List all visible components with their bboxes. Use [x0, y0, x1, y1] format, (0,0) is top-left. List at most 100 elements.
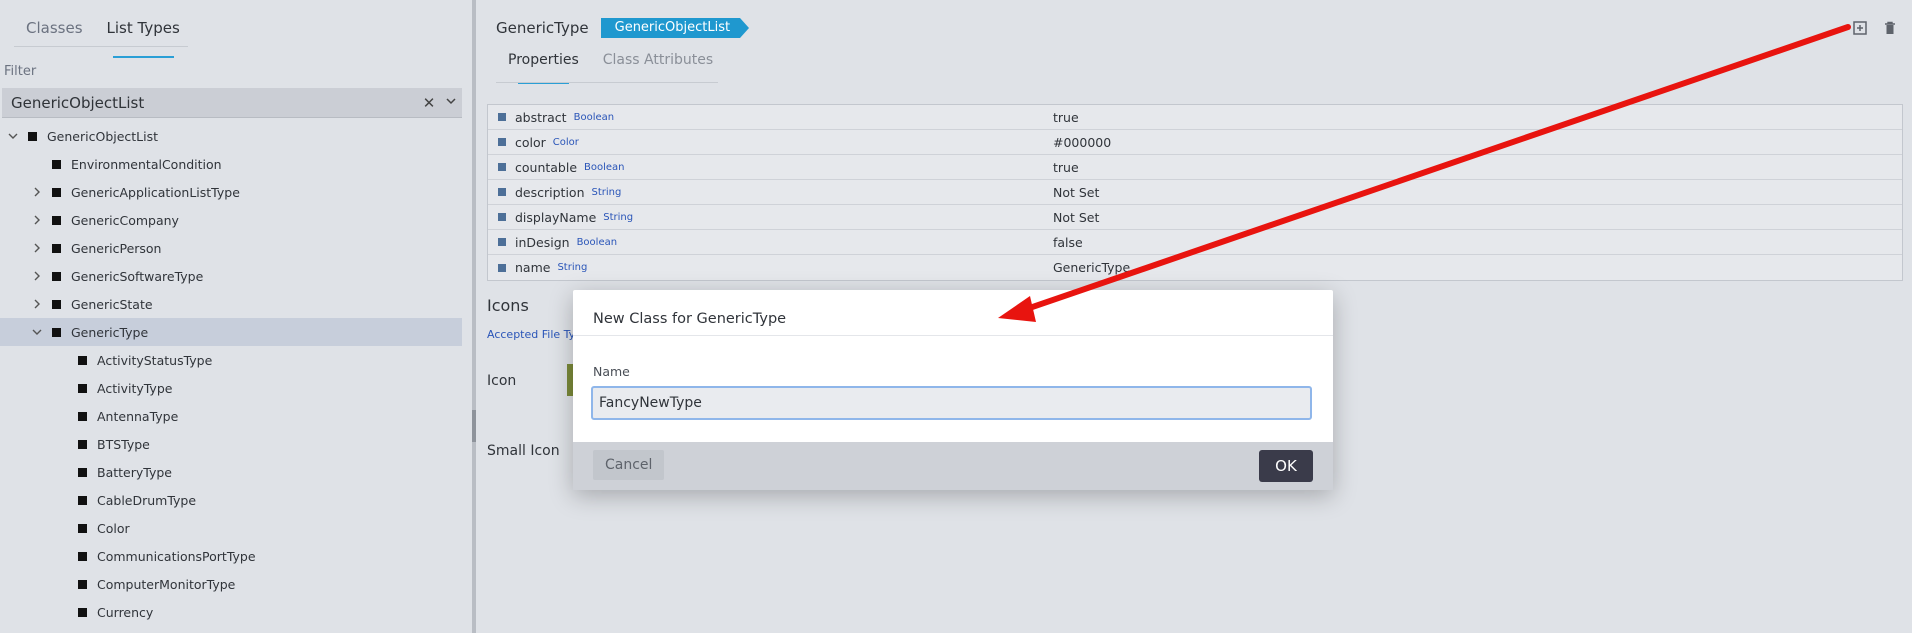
dialog-title: New Class for GenericType — [573, 290, 1333, 336]
property-name: abstract — [515, 109, 567, 125]
detail-header: GenericType GenericObjectList — [496, 18, 750, 38]
chevron-down-icon[interactable] — [30, 325, 44, 339]
tree-node-label: GenericObjectList — [47, 128, 159, 144]
class-icon — [78, 439, 87, 449]
class-icon — [78, 467, 87, 477]
header-actions — [1852, 20, 1898, 36]
property-value[interactable]: GenericType — [1053, 260, 1130, 275]
clear-icon[interactable]: ✕ — [418, 94, 440, 112]
chevron-right-icon[interactable] — [30, 297, 44, 311]
property-type: Boolean — [576, 236, 618, 248]
class-icon — [52, 243, 61, 253]
tree-node[interactable]: ComputerMonitorType — [0, 570, 462, 598]
chevron-down-icon[interactable] — [440, 95, 462, 111]
class-name-input[interactable] — [591, 386, 1312, 420]
tree-node-label: ActivityStatusType — [97, 352, 213, 368]
filter-select[interactable]: GenericObjectList ✕ — [2, 88, 462, 118]
chevron-right-icon[interactable] — [30, 269, 44, 283]
tree-node-label: GenericCompany — [71, 212, 179, 228]
tree-node[interactable]: ActivityStatusType — [0, 346, 462, 374]
ok-button[interactable]: OK — [1259, 450, 1313, 482]
class-icon — [78, 579, 87, 589]
new-class-dialog: New Class for GenericType Name Cancel OK — [573, 290, 1333, 490]
detail-tabs: Properties Class Attributes — [496, 52, 725, 84]
tree-node[interactable]: GenericApplicationListType — [0, 178, 462, 206]
property-value[interactable]: true — [1053, 110, 1079, 125]
trash-icon[interactable] — [1882, 20, 1898, 36]
property-value[interactable]: false — [1053, 235, 1083, 250]
tab-class-attributes[interactable]: Class Attributes — [591, 52, 725, 76]
property-row[interactable]: countable Boolean true — [488, 155, 1902, 180]
tree-node[interactable]: BatteryType — [0, 458, 462, 486]
property-value[interactable]: #000000 — [1053, 135, 1111, 150]
property-type: String — [557, 262, 588, 273]
property-type: String — [603, 211, 634, 223]
property-bullet-icon — [498, 163, 506, 171]
property-name: displayName — [515, 209, 597, 225]
add-class-icon[interactable] — [1852, 20, 1868, 36]
class-icon — [28, 131, 37, 141]
tree-node-label: GenericPerson — [71, 240, 162, 256]
property-name: inDesign — [515, 234, 570, 250]
property-row[interactable]: description String Not Set — [488, 180, 1902, 205]
tree-node[interactable]: CommunicationsPortType — [0, 542, 462, 570]
property-bullet-icon — [498, 263, 506, 272]
properties-table: abstract Boolean true color Color #000000 coun… — [487, 104, 1903, 281]
tree-node[interactable]: BTSType — [0, 430, 462, 458]
tree-node[interactable]: GenericPerson — [0, 234, 462, 262]
tree-node[interactable]: Color — [0, 514, 462, 542]
property-name: color — [515, 134, 546, 150]
class-icon — [78, 383, 87, 393]
tree-node-label: CableDrumType — [97, 492, 197, 508]
property-value[interactable]: Not Set — [1053, 210, 1099, 225]
cancel-button[interactable]: Cancel — [593, 450, 665, 480]
tree-node[interactable]: CableDrumType — [0, 486, 462, 514]
class-icon — [78, 551, 87, 561]
property-row[interactable]: color Color #000000 — [488, 130, 1902, 155]
tab-properties[interactable]: Properties — [496, 52, 591, 84]
class-browser-panel: Classes List Types Filter GenericObjectL… — [0, 0, 472, 633]
tree-node-label: Currency — [97, 604, 154, 620]
tabs-divider — [14, 46, 188, 47]
tree-node[interactable]: EnvironmentalCondition — [0, 150, 462, 178]
class-icon — [78, 495, 87, 505]
class-icon — [78, 355, 87, 365]
property-name: description — [515, 184, 585, 200]
tree-node[interactable]: AntennaType — [0, 402, 462, 430]
property-row[interactable]: displayName String Not Set — [488, 205, 1902, 230]
tree-node[interactable]: Currency — [0, 598, 462, 626]
property-row[interactable]: name String GenericType — [488, 255, 1902, 280]
property-value[interactable]: true — [1053, 160, 1079, 175]
tab-list-types[interactable]: List Types — [95, 16, 192, 58]
chevron-right-icon[interactable] — [30, 241, 44, 255]
tree-node-label: BatteryType — [97, 464, 172, 480]
accepted-file-types-link[interactable]: Accepted File Typ — [487, 328, 582, 341]
tree-node[interactable]: GenericObjectList — [0, 122, 462, 150]
class-icon — [52, 215, 61, 225]
chevron-right-icon[interactable] — [30, 185, 44, 199]
tree-node[interactable]: GenericType — [0, 318, 462, 346]
property-row[interactable]: abstract Boolean true — [488, 105, 1902, 130]
tab-classes[interactable]: Classes — [14, 16, 95, 48]
tree-node-label: EnvironmentalCondition — [71, 156, 222, 172]
class-icon — [52, 299, 61, 309]
tree-node[interactable]: ActivityType — [0, 374, 462, 402]
tree-node[interactable]: GenericState — [0, 290, 462, 318]
property-row[interactable]: inDesign Boolean false — [488, 230, 1902, 255]
tree-node-label: GenericType — [71, 324, 149, 340]
parent-class-badge[interactable]: GenericObjectList — [600, 18, 750, 38]
property-type: Boolean — [573, 111, 615, 123]
chevron-right-icon[interactable] — [30, 213, 44, 227]
chevron-down-icon[interactable] — [6, 129, 20, 143]
property-type: String — [591, 186, 622, 198]
property-value[interactable]: Not Set — [1053, 185, 1099, 200]
class-icon — [52, 271, 61, 281]
tree-node[interactable]: GenericSoftwareType — [0, 262, 462, 290]
tree-node[interactable]: GenericCompany — [0, 206, 462, 234]
tabs-divider — [496, 82, 718, 83]
